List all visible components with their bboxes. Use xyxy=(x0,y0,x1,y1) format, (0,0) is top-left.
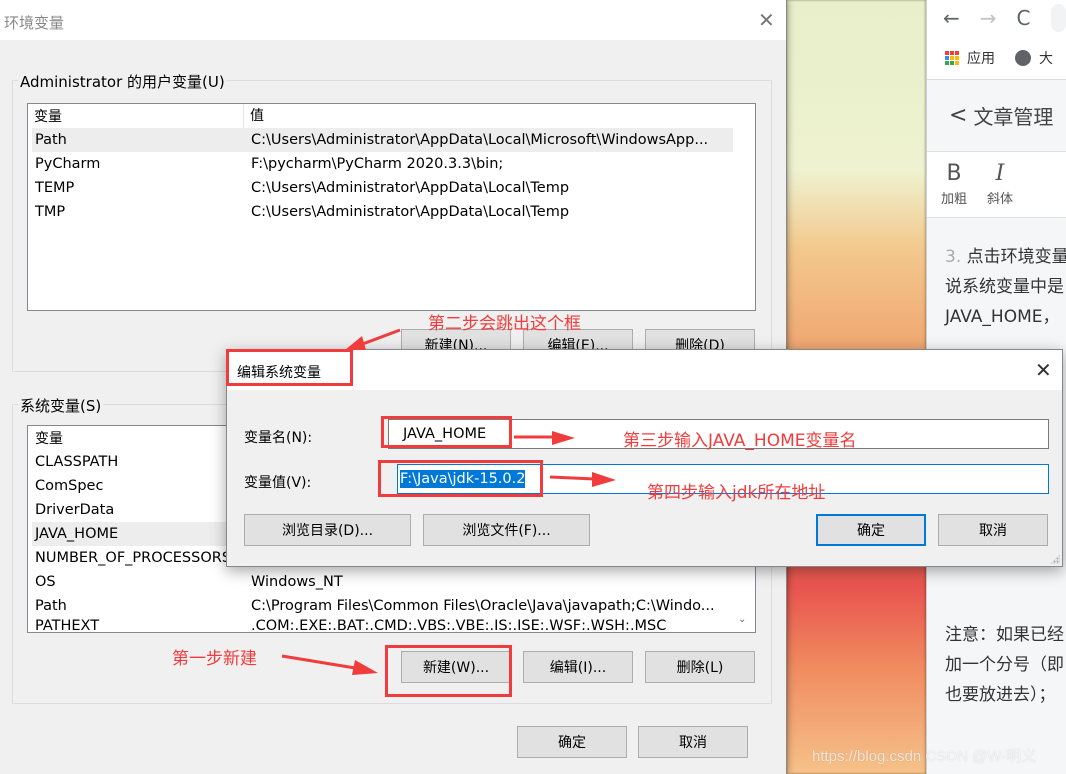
table-row[interactable]: Path C:\Program Files\Common Files\Oracl… xyxy=(32,594,755,618)
article-header-title: 文章管理 xyxy=(973,105,1054,129)
row-name: JAVA_HOME xyxy=(35,526,119,542)
bold-label: 加粗 xyxy=(941,192,968,207)
bookmarks-bar: 应用 大 xyxy=(927,36,1066,80)
variable-name-label: 变量名(N): xyxy=(244,430,313,446)
back-icon[interactable]: ← xyxy=(943,6,960,30)
variable-value-label: 变量值(V): xyxy=(244,475,312,491)
row-value: C:\Users\Administrator\AppData\Local\Mic… xyxy=(251,132,709,148)
bold-icon: B xyxy=(946,161,962,186)
reload-icon[interactable]: C xyxy=(1017,6,1031,30)
table-row[interactable]: TEMP C:\Users\Administrator\AppData\Loca… xyxy=(32,176,755,200)
close-icon[interactable]: ✕ xyxy=(1035,360,1052,380)
bold-button[interactable]: B 加粗 xyxy=(941,160,967,217)
system-new-button[interactable]: 新建(W)... xyxy=(401,651,511,683)
row-name: Path xyxy=(35,132,67,148)
table-row[interactable]: Path C:\Users\Administrator\AppData\Loca… xyxy=(32,128,733,152)
table-row[interactable]: TMP C:\Users\Administrator\AppData\Local… xyxy=(32,200,755,224)
system-delete-button[interactable]: 删除(L) xyxy=(645,651,755,683)
row-value: C:\Users\Administrator\AppData\Local\Tem… xyxy=(251,204,570,220)
bookmark-next[interactable]: 大 xyxy=(1039,48,1053,68)
row-value: Windows_NT xyxy=(251,574,343,590)
user-vars-label: Administrator 的用户变量(U) xyxy=(18,71,227,92)
edit-system-variable-dialog: 编辑系统变量 ✕ 变量名(N): JAVA_HOME 变量值(V): F:\Ja… xyxy=(226,349,1063,567)
env-cancel-button[interactable]: 取消 xyxy=(638,726,748,758)
column-header-name[interactable]: 变量 xyxy=(28,104,244,128)
content-line: 加一个分号（即 xyxy=(945,655,1064,675)
column-header-name[interactable]: 变量 xyxy=(29,426,245,450)
row-value: C:\Users\Administrator\AppData\Local\Tem… xyxy=(251,180,570,196)
row-name: CLASSPATH xyxy=(35,454,119,470)
row-name: DriverData xyxy=(35,502,115,518)
user-vars-list[interactable]: 变量 值 Path C:\Users\Administrator\AppData… xyxy=(27,103,756,311)
row-name: OS xyxy=(35,574,56,590)
edit-dialog-title: 编辑系统变量 xyxy=(237,365,321,381)
env-dialog-titlebar: 环境变量 ✕ xyxy=(0,0,786,40)
watermark: https://blog.csdn CSDN @W-明义 xyxy=(812,748,1037,765)
env-dialog-title: 环境变量 xyxy=(4,14,65,32)
step-number: 3. xyxy=(945,247,962,267)
row-name: ComSpec xyxy=(35,478,104,494)
variable-name-value: JAVA_HOME xyxy=(403,426,487,442)
system-vars-label: 系统变量(S) xyxy=(18,395,104,416)
row-name: NUMBER_OF_PROCESSORS xyxy=(35,550,232,566)
forward-icon[interactable]: → xyxy=(980,6,997,30)
row-value: C:\Program Files\Common Files\Oracle\Jav… xyxy=(251,598,715,614)
row-name: TEMP xyxy=(35,180,75,196)
column-header-value[interactable]: 值 xyxy=(244,104,264,129)
table-row[interactable]: PATHEXT .COM;.EXE;.BAT;.CMD;.VBS;.VBE;.J… xyxy=(32,618,755,630)
row-value: F:\pycharm\PyCharm 2020.3.3\bin; xyxy=(251,156,504,172)
content-line: 说系统变量中是 xyxy=(945,277,1064,297)
resize-grip-icon[interactable] xyxy=(1050,554,1060,564)
content-line: 也要放进去）； xyxy=(945,685,1056,705)
row-name: PATHEXT xyxy=(35,618,100,630)
bookmark-apps[interactable]: 应用 xyxy=(967,48,995,68)
content-line: JAVA_HOME， xyxy=(945,307,1060,327)
scroll-down-icon[interactable]: ⌄ xyxy=(738,614,746,625)
close-icon[interactable]: ✕ xyxy=(758,10,775,30)
edit-ok-button[interactable]: 确定 xyxy=(816,514,926,546)
italic-button[interactable]: I 斜体 xyxy=(987,160,1013,217)
italic-icon: I xyxy=(995,161,1005,186)
article-header: < 文章管理 xyxy=(927,80,1066,152)
browser-navbar: ← → C xyxy=(927,0,1066,36)
chevron-left-icon[interactable]: < xyxy=(949,103,967,128)
row-name: TMP xyxy=(35,204,66,220)
annotation-step3: 第三步输入JAVA_HOME变量名 xyxy=(623,431,857,451)
row-value: .COM;.EXE;.BAT;.CMD;.VBS;.VBE;.JS;.JSE;.… xyxy=(251,618,667,630)
editor-toolbar: B 加粗 I 斜体 xyxy=(927,152,1066,218)
address-bar[interactable] xyxy=(1050,4,1066,32)
content-line: 注意：如果已经 xyxy=(945,625,1064,645)
edit-cancel-button[interactable]: 取消 xyxy=(938,514,1048,546)
browse-file-button[interactable]: 浏览文件(F)... xyxy=(423,514,590,546)
row-name: PyCharm xyxy=(35,156,101,172)
annotation-step4: 第四步输入jdk所在地址 xyxy=(647,483,826,503)
annotation-step2: 第二步会跳出这个框 xyxy=(428,314,581,334)
list-header: 变量 值 xyxy=(28,104,755,128)
table-row[interactable]: OS Windows_NT xyxy=(32,570,755,594)
annotation-step1: 第一步新建 xyxy=(172,649,257,669)
table-row[interactable]: PyCharm F:\pycharm\PyCharm 2020.3.3\bin; xyxy=(32,152,755,176)
variable-value-selected-text: F:\Java\jdk-15.0.2 xyxy=(400,470,526,488)
browse-directory-button[interactable]: 浏览目录(D)... xyxy=(244,514,411,546)
italic-label: 斜体 xyxy=(987,192,1014,207)
edit-dialog-titlebar: 编辑系统变量 ✕ xyxy=(227,350,1062,390)
system-edit-button[interactable]: 编辑(I)... xyxy=(523,651,633,683)
env-ok-button[interactable]: 确定 xyxy=(517,726,627,758)
apps-grid-icon xyxy=(945,50,959,65)
content-line: 点击环境变量 xyxy=(966,247,1066,267)
globe-icon xyxy=(1015,49,1031,66)
row-name: Path xyxy=(35,598,67,614)
